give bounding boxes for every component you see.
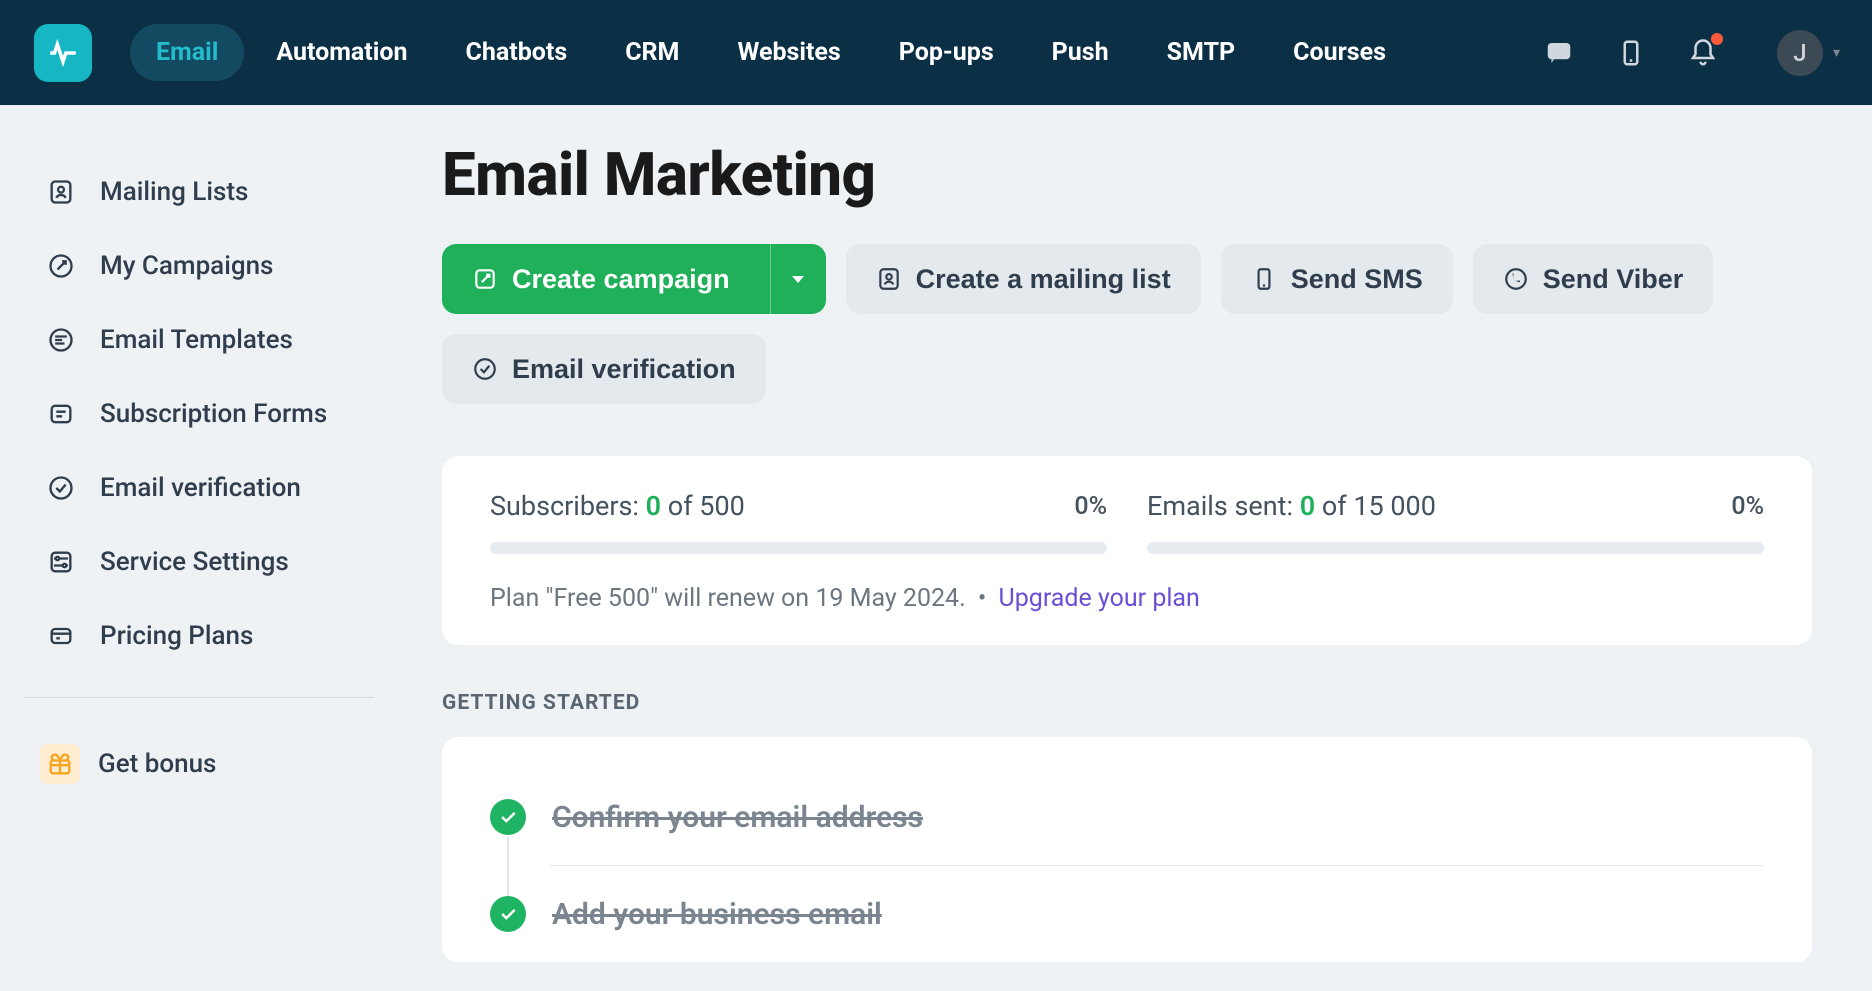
contact-icon xyxy=(46,177,76,207)
create-campaign-dropdown[interactable] xyxy=(770,244,826,314)
plan-text: Plan "Free 500" will renew on 19 May 202… xyxy=(490,584,966,613)
nav-tab-automation[interactable]: Automation xyxy=(250,24,433,81)
chevron-down-icon: ▾ xyxy=(1833,45,1840,61)
stats-card: Subscribers: 0 of 500 0% Emails sent: 0 … xyxy=(442,456,1812,645)
sidebar-item-email-templates[interactable]: Email Templates xyxy=(0,303,398,377)
page-title: Email Marketing xyxy=(442,139,1812,210)
create-mailing-list-button[interactable]: Create a mailing list xyxy=(846,244,1201,314)
form-icon xyxy=(46,399,76,429)
notifications-icon[interactable] xyxy=(1687,37,1719,69)
sidebar-item-mailing-lists[interactable]: Mailing Lists xyxy=(0,155,398,229)
stat-value: 0 xyxy=(646,490,661,522)
subscribers-stat: Subscribers: 0 of 500 0% xyxy=(490,490,1107,554)
template-icon xyxy=(46,325,76,355)
button-label: Create campaign xyxy=(512,264,730,295)
send-viber-button[interactable]: Send Viber xyxy=(1473,244,1714,314)
sidebar-separator xyxy=(24,697,374,698)
sidebar: Mailing Lists My Campaigns Email Templat… xyxy=(0,105,398,991)
stat-value: 0 xyxy=(1300,490,1315,522)
pricing-icon xyxy=(46,621,76,651)
nav-tab-email[interactable]: Email xyxy=(130,24,244,81)
getting-started-item[interactable]: Confirm your email address xyxy=(490,781,1764,865)
sidebar-item-get-bonus[interactable]: Get bonus xyxy=(0,722,398,806)
button-label: Email verification xyxy=(512,354,736,385)
verify-icon xyxy=(46,473,76,503)
plan-info: Plan "Free 500" will renew on 19 May 202… xyxy=(490,584,1764,613)
getting-started-item[interactable]: Add your business email xyxy=(490,866,1764,962)
stat-suffix: of 500 xyxy=(661,490,745,522)
progress-bar xyxy=(490,542,1107,554)
sidebar-item-my-campaigns[interactable]: My Campaigns xyxy=(0,229,398,303)
button-label: Create a mailing list xyxy=(916,264,1171,295)
sidebar-item-label: Subscription Forms xyxy=(100,399,327,429)
sidebar-item-subscription-forms[interactable]: Subscription Forms xyxy=(0,377,398,451)
button-label: Send Viber xyxy=(1543,264,1684,295)
check-circle-icon xyxy=(490,799,526,835)
nav-tab-popups[interactable]: Pop-ups xyxy=(873,24,1020,81)
nav-tab-smtp[interactable]: SMTP xyxy=(1141,24,1262,81)
send-sms-button[interactable]: Send SMS xyxy=(1221,244,1453,314)
chat-icon[interactable] xyxy=(1543,37,1575,69)
step-label: Confirm your email address xyxy=(552,800,923,835)
gift-icon xyxy=(45,749,75,779)
avatar: J xyxy=(1777,30,1823,76)
sidebar-item-label: Service Settings xyxy=(100,547,289,577)
button-label: Send SMS xyxy=(1291,264,1423,295)
settings-icon xyxy=(46,547,76,577)
campaign-icon xyxy=(46,251,76,281)
nav-tab-push[interactable]: Push xyxy=(1026,24,1135,81)
stat-label: Emails sent: xyxy=(1147,490,1300,522)
user-menu[interactable]: J ▾ xyxy=(1777,30,1840,76)
nav-tab-websites[interactable]: Websites xyxy=(711,24,866,81)
notification-dot-icon xyxy=(1711,33,1723,45)
stat-percent: 0% xyxy=(1074,492,1107,521)
sidebar-item-label: Get bonus xyxy=(98,749,216,779)
upgrade-plan-link[interactable]: Upgrade your plan xyxy=(999,584,1200,613)
sidebar-item-label: Email Templates xyxy=(100,325,293,355)
main-content: Email Marketing Create campaign Create a… xyxy=(398,105,1872,991)
viber-icon xyxy=(1503,266,1529,292)
emails-sent-stat: Emails sent: 0 of 15 000 0% xyxy=(1147,490,1764,554)
compose-icon xyxy=(472,266,498,292)
verify-icon xyxy=(472,356,498,382)
stat-percent: 0% xyxy=(1731,492,1764,521)
nav-tab-chatbots[interactable]: Chatbots xyxy=(440,24,594,81)
nav-tabs: Email Automation Chatbots CRM Websites P… xyxy=(130,24,1412,81)
contact-icon xyxy=(876,266,902,292)
mobile-icon xyxy=(1251,266,1277,292)
stat-suffix: of 15 000 xyxy=(1315,490,1436,522)
sidebar-item-label: Email verification xyxy=(100,473,301,503)
mobile-icon[interactable] xyxy=(1615,37,1647,69)
sidebar-item-email-verification[interactable]: Email verification xyxy=(0,451,398,525)
action-buttons: Create campaign Create a mailing list Se… xyxy=(442,244,1812,404)
sidebar-item-label: Pricing Plans xyxy=(100,621,253,651)
pulse-icon xyxy=(46,36,80,70)
sidebar-item-label: Mailing Lists xyxy=(100,177,248,207)
sidebar-item-service-settings[interactable]: Service Settings xyxy=(0,525,398,599)
progress-bar xyxy=(1147,542,1764,554)
check-circle-icon xyxy=(490,896,526,932)
nav-tab-crm[interactable]: CRM xyxy=(599,24,705,81)
top-navbar: Email Automation Chatbots CRM Websites P… xyxy=(0,0,1872,105)
nav-tab-courses[interactable]: Courses xyxy=(1267,24,1412,81)
sidebar-item-pricing-plans[interactable]: Pricing Plans xyxy=(0,599,398,673)
topbar-icons: J ▾ xyxy=(1543,30,1840,76)
sidebar-item-label: My Campaigns xyxy=(100,251,273,281)
getting-started-card: Confirm your email address Add your busi… xyxy=(442,737,1812,962)
email-verification-button[interactable]: Email verification xyxy=(442,334,766,404)
getting-started-heading: GETTING STARTED xyxy=(442,691,1812,715)
brand-logo[interactable] xyxy=(34,24,92,82)
stat-label: Subscribers: xyxy=(490,490,646,522)
chevron-down-icon xyxy=(792,276,804,283)
step-label: Add your business email xyxy=(552,897,882,932)
create-campaign-button[interactable]: Create campaign xyxy=(442,244,826,314)
